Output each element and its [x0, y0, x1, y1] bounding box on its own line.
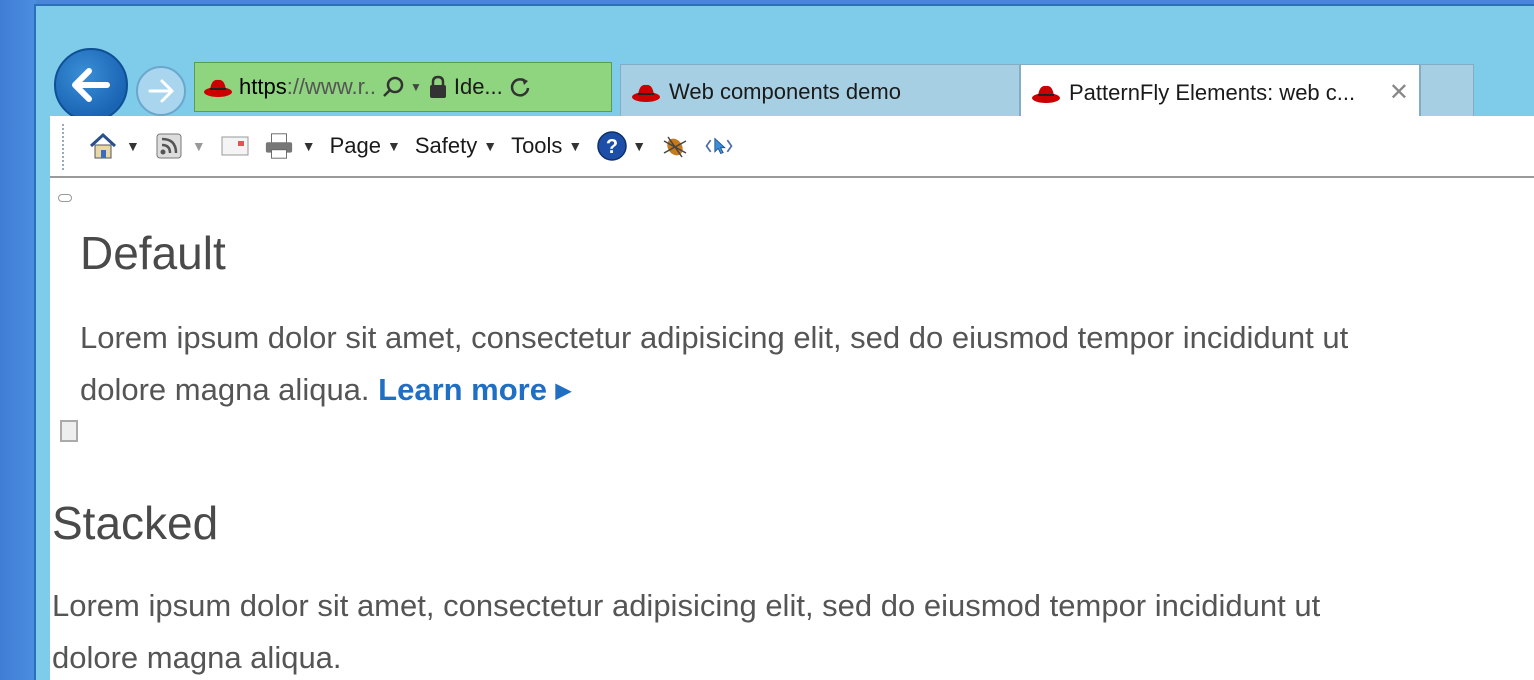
section-text-default: Lorem ipsum dolor sit amet, consectetur … — [80, 320, 1349, 407]
refresh-icon[interactable] — [509, 76, 531, 98]
section-text-stacked: Lorem ipsum dolor sit amet, consectetur … — [52, 588, 1321, 675]
back-button[interactable] — [54, 48, 128, 122]
address-url[interactable]: https://www.r.. — [239, 74, 376, 100]
tab-label: Web components demo — [669, 78, 901, 104]
page-content: Default Lorem ipsum dolor sit amet, cons… — [50, 178, 1534, 680]
address-bar[interactable]: https://www.r.. ▼ Ide... — [194, 62, 612, 112]
lock-icon[interactable] — [428, 75, 448, 99]
feeds-icon[interactable] — [154, 131, 184, 161]
toolbar-grip[interactable] — [62, 124, 66, 170]
safety-menu-label: Safety — [414, 133, 478, 158]
caret-right-icon: ▶ — [555, 380, 572, 402]
collapse-toggle-icon[interactable] — [58, 194, 72, 202]
safety-dropdown-caret: ▼ — [483, 138, 498, 154]
redhat-favicon-icon — [204, 79, 232, 97]
bug-report-icon[interactable] — [660, 131, 690, 161]
command-bar: ▼ ▼ ▼ Page ▼ Safety ▼ Tools ▼ ? ▼ — [50, 116, 1534, 178]
feeds-dropdown-caret[interactable]: ▼ — [192, 138, 206, 154]
learn-more-link[interactable]: Learn more ▶ — [378, 372, 571, 407]
page-menu-label: Page — [329, 133, 381, 158]
document-marker-icon — [60, 420, 78, 442]
tab-web-components-demo[interactable]: Web components demo — [620, 64, 1020, 118]
read-mail-icon[interactable] — [220, 131, 250, 161]
tab-patternfly-elements[interactable]: PatternFly Elements: web c... ✕ — [1020, 64, 1420, 120]
print-icon[interactable] — [264, 131, 294, 161]
redhat-favicon-icon — [632, 84, 660, 102]
section-title-stacked: Stacked — [52, 497, 219, 549]
tools-menu-label: Tools — [511, 133, 563, 158]
tools-menu[interactable]: Tools ▼ — [511, 133, 582, 159]
help-dropdown-caret: ▼ — [632, 138, 647, 154]
tools-dropdown-caret: ▼ — [568, 138, 583, 154]
section-title-default: Default — [80, 227, 226, 279]
redhat-favicon-icon — [1032, 85, 1060, 103]
forward-arrow-icon — [148, 79, 174, 103]
browser-window: https://www.r.. ▼ Ide... Web components … — [34, 4, 1534, 680]
developer-tools-icon[interactable] — [704, 131, 734, 161]
new-tab-button[interactable] — [1420, 64, 1474, 118]
safety-menu[interactable]: Safety ▼ — [415, 133, 497, 159]
help-menu[interactable]: ? ▼ — [596, 130, 646, 162]
search-dropdown-caret[interactable]: ▼ — [410, 80, 422, 94]
help-icon: ? — [597, 131, 628, 161]
tab-label: PatternFly Elements: web c... — [1069, 79, 1356, 105]
page-menu[interactable]: Page ▼ — [330, 133, 401, 159]
home-icon[interactable] — [88, 131, 118, 161]
home-dropdown-caret[interactable]: ▼ — [126, 138, 140, 154]
forward-button[interactable] — [136, 66, 186, 116]
svg-text:?: ? — [606, 136, 618, 158]
search-icon[interactable] — [382, 76, 404, 98]
desktop-background — [0, 0, 36, 680]
identity-label[interactable]: Ide... — [454, 74, 503, 100]
back-arrow-icon — [72, 68, 110, 102]
page-dropdown-caret: ▼ — [386, 138, 401, 154]
print-dropdown-caret[interactable]: ▼ — [302, 138, 316, 154]
close-tab-icon[interactable]: ✕ — [1389, 78, 1409, 107]
